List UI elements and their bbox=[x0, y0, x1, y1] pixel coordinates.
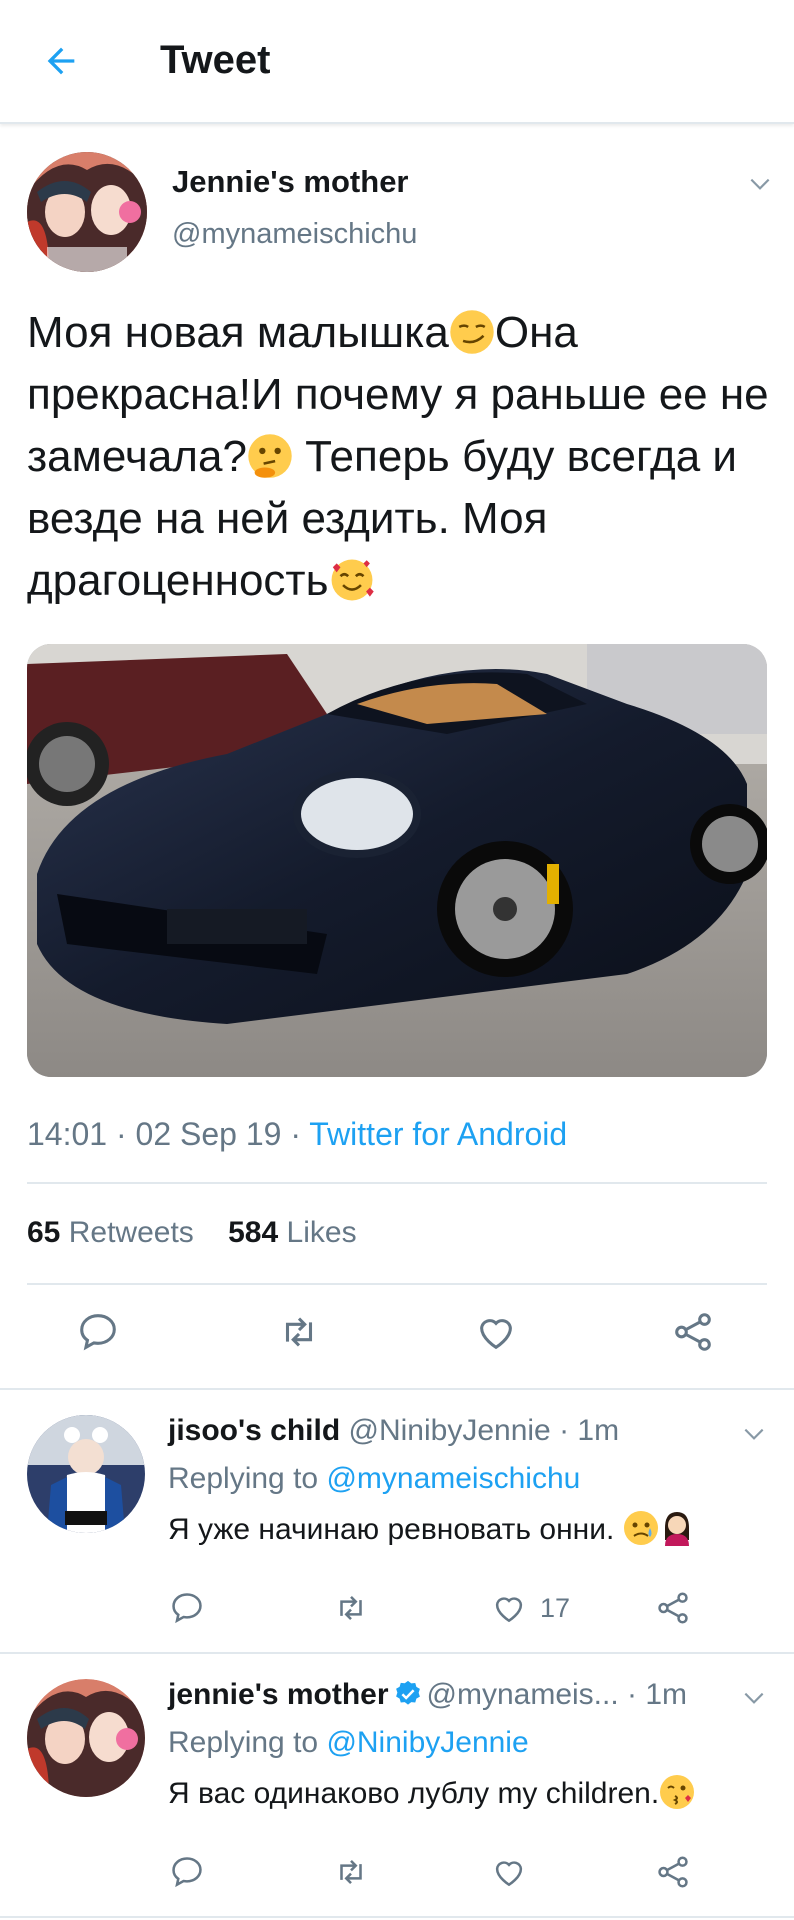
reply-author-name[interactable]: jisoo's child bbox=[168, 1414, 340, 1447]
reply-icon bbox=[172, 1857, 202, 1888]
like-button[interactable] bbox=[470, 1306, 522, 1358]
reply-avatar[interactable] bbox=[27, 1415, 145, 1533]
reply-button[interactable] bbox=[72, 1306, 124, 1358]
reply-author-handle[interactable]: @NinibyJennie bbox=[349, 1414, 551, 1447]
tweet-date: 02 Sep 19 bbox=[135, 1116, 282, 1152]
reply-avatar[interactable] bbox=[27, 1679, 145, 1797]
replying-to-mention[interactable]: @mynameischichu bbox=[326, 1462, 580, 1495]
reply-menu-button[interactable] bbox=[738, 1418, 770, 1450]
retweet-icon bbox=[285, 1317, 313, 1347]
reply-header: jisoo's child @NinibyJennie · 1m bbox=[168, 1414, 619, 1448]
retweets-label: Retweets bbox=[68, 1216, 194, 1249]
likes-label: Likes bbox=[286, 1216, 357, 1249]
reply-tweet[interactable]: jennie's mother @mynameis... · 1m Replyin… bbox=[0, 1654, 794, 1916]
face-blowing-kiss-emoji bbox=[660, 1775, 695, 1809]
replying-to: Replying to @mynameischichu bbox=[168, 1462, 580, 1496]
share-icon bbox=[658, 1592, 688, 1624]
like-icon bbox=[495, 1861, 523, 1887]
author-avatar[interactable] bbox=[27, 152, 147, 272]
reply-like-button[interactable] bbox=[490, 1850, 528, 1894]
reply-reply-button[interactable] bbox=[168, 1850, 206, 1894]
back-button[interactable] bbox=[34, 34, 88, 88]
smiling-face-with-hearts-emoji bbox=[331, 559, 374, 601]
reply-time: 1m bbox=[577, 1414, 620, 1447]
reply-retweet-button[interactable] bbox=[332, 1586, 370, 1630]
top-bar: Tweet bbox=[0, 0, 794, 124]
tweet-time: 14:01 bbox=[27, 1116, 108, 1152]
retweet-icon bbox=[340, 1860, 362, 1884]
tweet-stats: 65 Retweets 584 Likes bbox=[27, 1216, 383, 1250]
chevron-down-icon bbox=[744, 1428, 764, 1440]
tweet-text: Моя новая малышка Она прекрасна!И почему … bbox=[27, 302, 777, 612]
divider bbox=[27, 1182, 767, 1184]
retweets-stat[interactable]: 65 Retweets bbox=[27, 1216, 194, 1250]
tweet-menu-button[interactable] bbox=[744, 168, 776, 200]
smirking-face-emoji bbox=[450, 310, 494, 354]
chevron-down-icon bbox=[750, 178, 770, 190]
like-icon bbox=[480, 1319, 512, 1350]
tweet-image[interactable] bbox=[27, 644, 767, 1077]
meta-separator: · bbox=[107, 1116, 136, 1152]
divider bbox=[0, 1916, 794, 1918]
reply-icon bbox=[172, 1593, 202, 1624]
divider bbox=[27, 1283, 767, 1285]
likes-stat[interactable]: 584 Likes bbox=[228, 1216, 356, 1250]
share-icon bbox=[675, 1313, 711, 1351]
reply-text: Я вас одинаково лублу my children. bbox=[168, 1774, 695, 1811]
page-title: Tweet bbox=[160, 38, 271, 82]
likes-count: 584 bbox=[228, 1216, 279, 1249]
verified-badge-icon bbox=[395, 1680, 420, 1705]
chevron-down-icon bbox=[744, 1692, 764, 1704]
tweet-source-link[interactable]: Twitter for Android bbox=[309, 1116, 567, 1152]
replying-to: Replying to @NinibyJennie bbox=[168, 1726, 529, 1760]
author-name[interactable]: Jennie's mother bbox=[172, 164, 409, 200]
meta-separator: · bbox=[550, 1414, 578, 1447]
retweet-icon bbox=[340, 1596, 362, 1620]
replying-to-label: Replying to bbox=[168, 1726, 319, 1759]
replying-to-mention[interactable]: @NinibyJennie bbox=[326, 1726, 528, 1759]
share-icon bbox=[658, 1856, 688, 1888]
tweet-meta: 14:01 · 02 Sep 19 · Twitter for Android bbox=[27, 1116, 567, 1153]
thinking-face-emoji bbox=[248, 434, 292, 478]
reply-retweet-button[interactable] bbox=[332, 1850, 370, 1894]
reply-text: Я уже начинаю ревновать онни. bbox=[168, 1510, 695, 1547]
reply-menu-button[interactable] bbox=[738, 1682, 770, 1714]
meta-separator: · bbox=[618, 1678, 646, 1711]
reply-time: 1m bbox=[645, 1678, 688, 1711]
author-handle[interactable]: @mynameischichu bbox=[172, 218, 417, 251]
reply-author-name[interactable]: jennie's mother bbox=[168, 1678, 389, 1711]
retweet-button[interactable] bbox=[273, 1306, 325, 1358]
arrow-left-icon bbox=[47, 47, 75, 75]
reply-icon bbox=[80, 1314, 116, 1351]
reply-share-button[interactable] bbox=[654, 1850, 692, 1894]
reply-text-body: Я вас одинаково лублу my children. bbox=[168, 1777, 660, 1810]
meta-separator: · bbox=[281, 1116, 310, 1152]
reply-share-button[interactable] bbox=[654, 1586, 692, 1630]
main-tweet: Jennie's mother @mynameischichu Моя нова… bbox=[0, 126, 794, 1388]
replying-to-label: Replying to bbox=[168, 1462, 319, 1495]
car-photo bbox=[27, 644, 767, 1077]
tweet-text-part-1: Моя новая малышка bbox=[27, 308, 449, 357]
reply-tweet[interactable]: jisoo's child @NinibyJennie · 1m Replyin… bbox=[0, 1390, 794, 1652]
like-icon bbox=[495, 1597, 523, 1623]
reply-reply-button[interactable] bbox=[168, 1586, 206, 1630]
reply-like-count: 17 bbox=[540, 1592, 571, 1623]
retweets-count: 65 bbox=[27, 1216, 61, 1249]
reply-like-button[interactable]: 17 bbox=[490, 1586, 570, 1630]
share-button[interactable] bbox=[667, 1306, 719, 1358]
sad-but-relieved-face-emoji bbox=[623, 1511, 658, 1545]
reply-header: jennie's mother @mynameis... · 1m bbox=[168, 1678, 687, 1712]
reply-author-handle[interactable]: @mynameis... bbox=[427, 1678, 619, 1711]
woman-frowning-emoji bbox=[664, 1512, 689, 1546]
reply-text-body: Я уже начинаю ревновать онни. bbox=[168, 1513, 615, 1546]
